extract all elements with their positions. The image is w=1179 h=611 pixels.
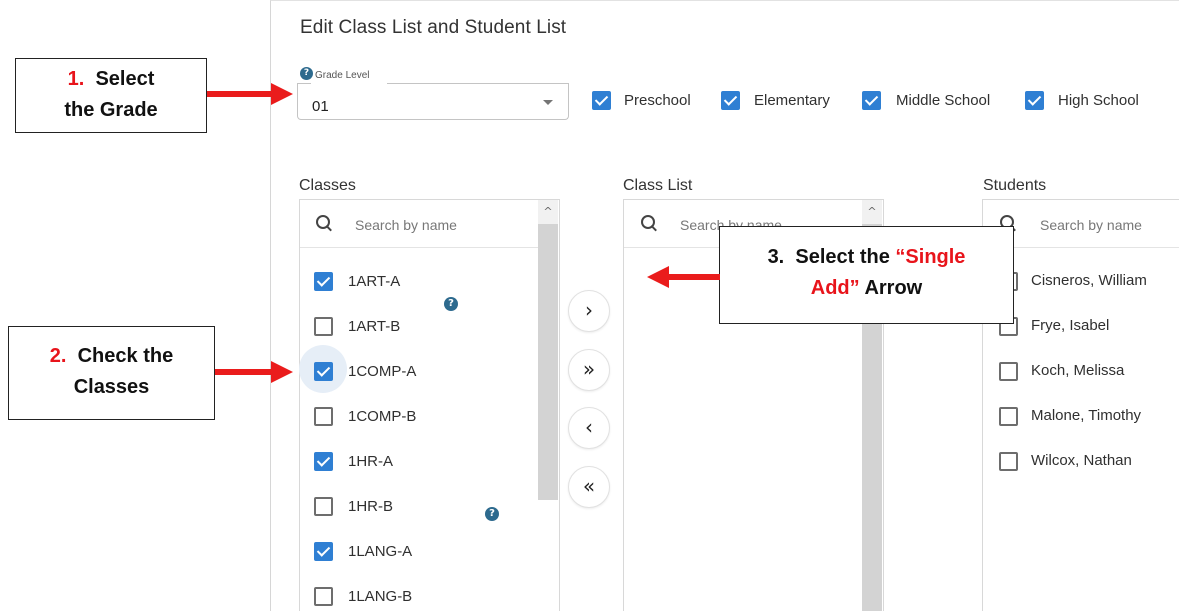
class-label-1hr-b: 1HR-B (348, 498, 394, 515)
remove-all-button[interactable]: « (568, 466, 610, 508)
callout-step-2-line2: Classes (73, 376, 150, 398)
callout-step-3: 3. Select the “Single Add” Arrow (719, 226, 1014, 324)
class-label-1lang-b: 1LANG-B (348, 588, 413, 605)
class-checkbox-1art-a[interactable] (314, 272, 333, 291)
help-icon[interactable]: ? (485, 507, 499, 521)
classes-scroll-up[interactable]: ^ (538, 200, 558, 224)
checkbox-label-elementary: Elementary (754, 92, 830, 109)
search-icon (316, 215, 334, 233)
checkbox-elementary[interactable] (721, 91, 740, 110)
callout-step-1: 1. Select the Grade (15, 58, 207, 133)
class-label-1lang-a: 1LANG-A (348, 543, 413, 560)
search-icon (641, 215, 659, 233)
class-checkbox-1hr-b[interactable] (314, 497, 333, 516)
student-checkbox-koch[interactable] (999, 362, 1018, 381)
student-label-frye: Frye, Isabel (1031, 317, 1110, 334)
student-label-wilcox: Wilcox, Nathan (1031, 452, 1132, 469)
class-label-1comp-a: 1COMP-A (348, 363, 417, 380)
chevron-down-icon[interactable] (543, 100, 553, 105)
callout-step-1-line1: Select (95, 68, 155, 90)
student-checkbox-wilcox[interactable] (999, 452, 1018, 471)
grade-level-value: 01 (312, 98, 329, 115)
classes-scrollbar-track[interactable] (538, 200, 558, 500)
callout-step-2-number: 2. (49, 345, 67, 367)
class-label-1art-a: 1ART-A (348, 273, 401, 290)
grade-level-label: Grade Level (313, 70, 372, 81)
checkbox-label-high-school: High School (1058, 92, 1139, 109)
class-list-heading: Class List (623, 177, 693, 194)
checkbox-label-preschool: Preschool (624, 92, 691, 109)
checkbox-preschool[interactable] (592, 91, 611, 110)
classes-panel (299, 199, 560, 611)
grade-select-outline (297, 83, 569, 84)
student-label-malone: Malone, Timothy (1031, 407, 1142, 424)
checkbox-label-middle-school: Middle School (896, 92, 991, 109)
classes-search-input[interactable]: Search by name (355, 217, 457, 233)
grade-help-icon[interactable]: ? (300, 67, 313, 80)
checkbox-middle-school[interactable] (862, 91, 881, 110)
class-list-scroll-up[interactable]: ^ (862, 200, 882, 224)
callout-step-3-line2b: Arrow (859, 277, 923, 299)
single-add-button[interactable]: › (568, 290, 610, 332)
student-label-koch: Koch, Melissa (1031, 362, 1125, 379)
callout-step-2: 2. Check the Classes (8, 326, 215, 420)
arrow-head-icon (271, 361, 293, 383)
students-search-input[interactable]: Search by name (1040, 217, 1142, 233)
grade-level-select[interactable] (297, 83, 569, 120)
class-label-1art-b: 1ART-B (348, 318, 401, 335)
arrow-head-icon (647, 266, 669, 288)
arrow-step-1 (207, 91, 273, 97)
class-checkbox-1comp-a[interactable] (314, 362, 333, 381)
class-checkbox-1comp-b[interactable] (314, 407, 333, 426)
checkbox-high-school[interactable] (1025, 91, 1044, 110)
callout-step-3-line1a: Select the (795, 246, 896, 268)
arrow-head-icon (271, 83, 293, 105)
class-checkbox-1lang-b[interactable] (314, 587, 333, 606)
callout-step-1-number: 1. (67, 68, 85, 90)
class-label-1comp-b: 1COMP-B (348, 408, 417, 425)
add-all-button[interactable]: » (568, 349, 610, 391)
help-icon[interactable]: ? (444, 297, 458, 311)
page-title: Edit Class List and Student List (300, 17, 567, 38)
class-checkbox-1hr-a[interactable] (314, 452, 333, 471)
callout-step-2-line1: Check the (77, 345, 174, 367)
student-checkbox-malone[interactable] (999, 407, 1018, 426)
class-checkbox-1lang-a[interactable] (314, 542, 333, 561)
classes-heading: Classes (299, 177, 356, 194)
callout-step-3-line2a: Add” (810, 277, 860, 299)
students-heading: Students (983, 177, 1047, 194)
arrow-step-3 (667, 274, 720, 280)
callout-step-3-number: 3. (767, 246, 785, 268)
single-remove-button[interactable]: ‹ (568, 407, 610, 449)
arrow-step-2 (215, 369, 273, 375)
class-label-1hr-a: 1HR-A (348, 453, 394, 470)
student-label-cisneros: Cisneros, William (1031, 272, 1147, 289)
callout-step-1-line2: the Grade (64, 99, 158, 121)
callout-step-3-line1b: “Single (895, 246, 966, 268)
class-checkbox-1art-b[interactable] (314, 317, 333, 336)
